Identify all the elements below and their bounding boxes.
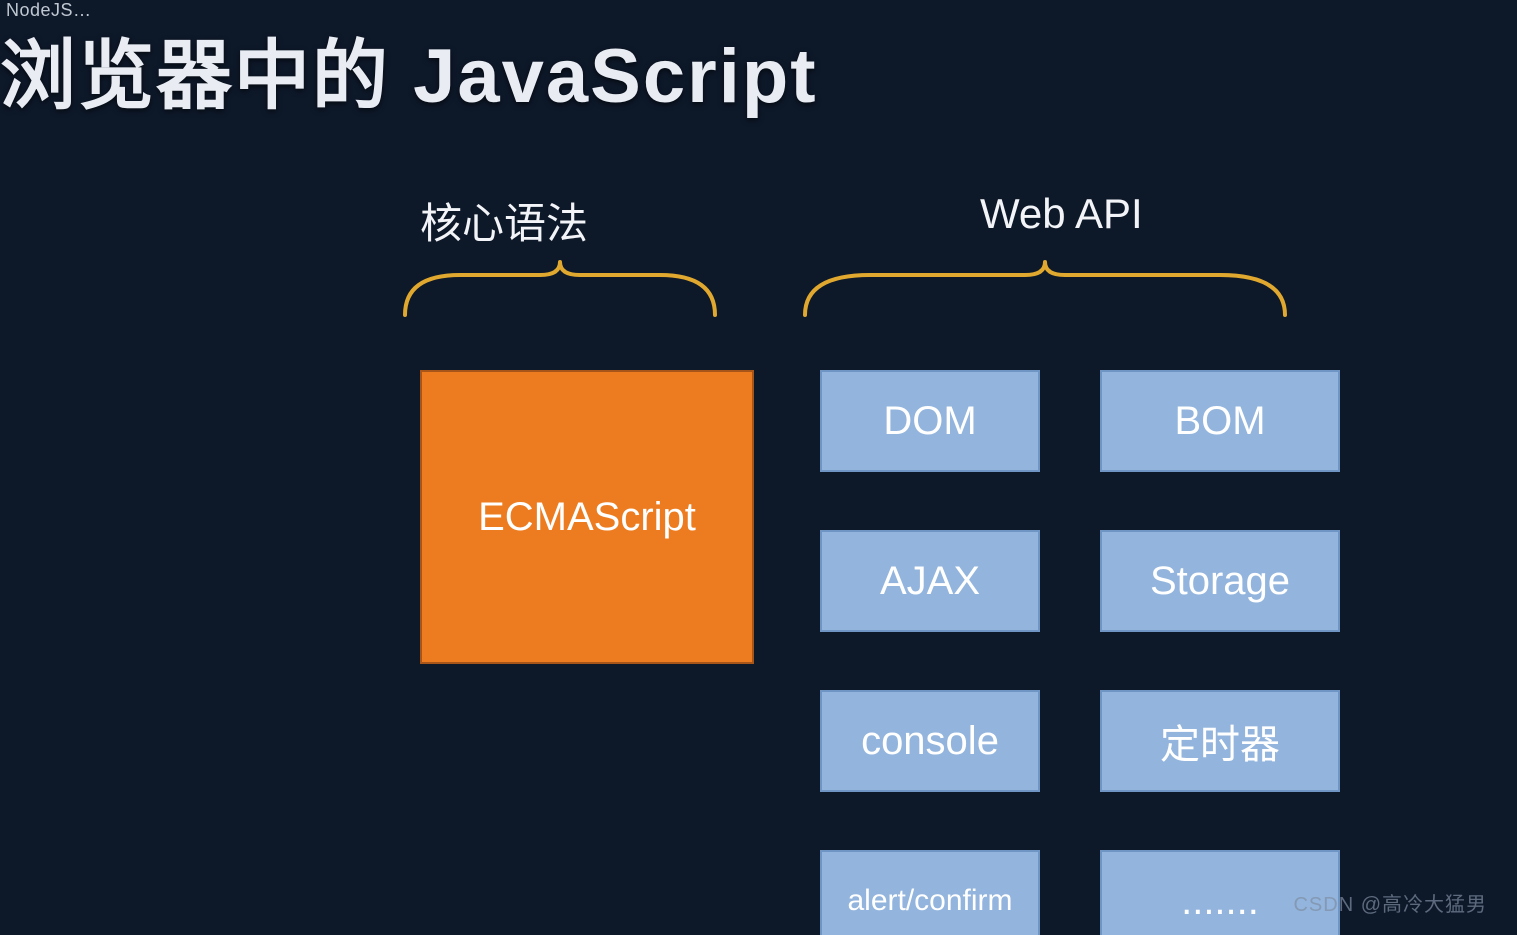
watermark-text: CSDN @高冷大猛男	[1293, 888, 1487, 917]
api-box-dom: DOM	[820, 370, 1040, 472]
slide-root: { "crumb": "NodeJS…", "title": "浏览器中的 Ja…	[0, 0, 1517, 935]
ecmascript-box: ECMAScript	[420, 370, 754, 664]
column-title-web-api: Web API	[980, 190, 1143, 238]
api-box-ajax: AJAX	[820, 530, 1040, 632]
api-box-alert-confirm: alert/confirm	[820, 850, 1040, 935]
column-title-core-syntax: 核心语法	[420, 190, 588, 251]
api-box-console: console	[820, 690, 1040, 792]
brace-icon-left	[400, 260, 720, 320]
brace-icon-right	[800, 260, 1290, 320]
api-box-timer: 定时器	[1100, 690, 1340, 792]
web-api-grid: DOM BOM AJAX Storage console 定时器 alert/c…	[820, 370, 1340, 935]
api-box-bom: BOM	[1100, 370, 1340, 472]
api-box-storage: Storage	[1100, 530, 1340, 632]
slide-title: 浏览器中的 JavaScript	[0, 14, 818, 124]
